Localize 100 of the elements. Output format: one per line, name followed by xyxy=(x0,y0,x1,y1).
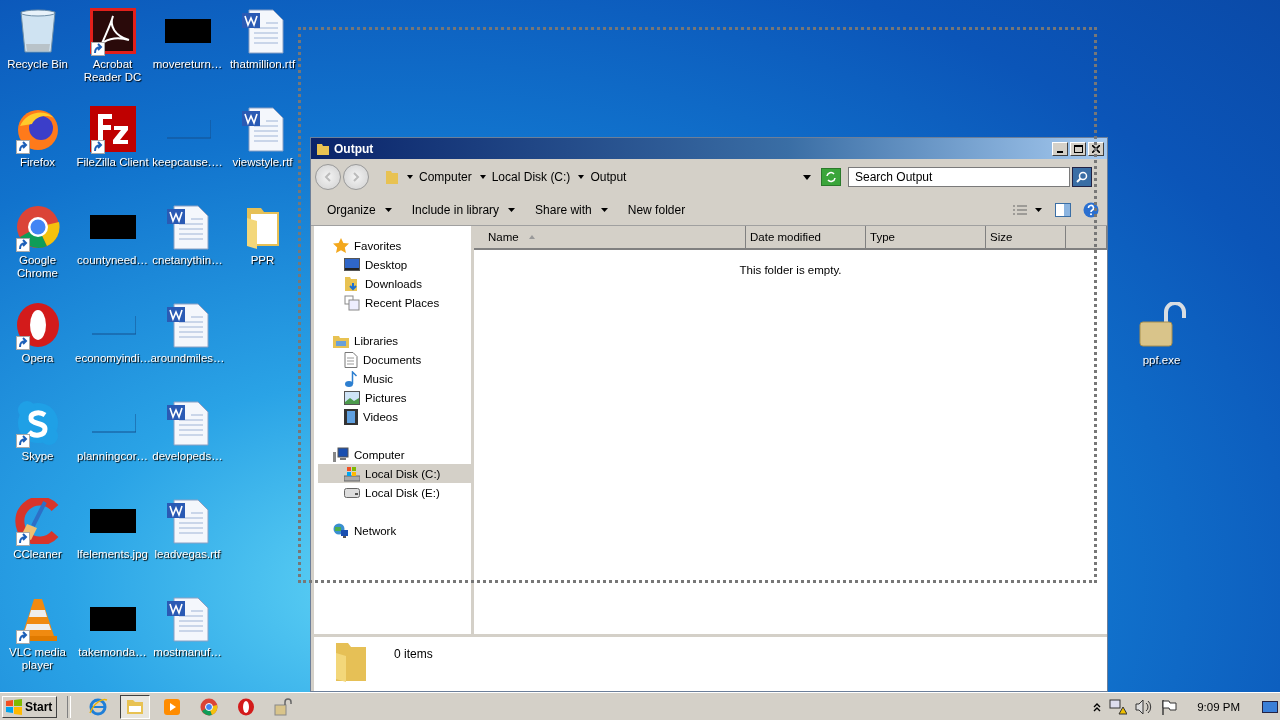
flag-icon[interactable] xyxy=(1161,698,1178,715)
column-header[interactable]: Size xyxy=(986,226,1066,248)
word-document-icon[interactable] xyxy=(164,596,211,642)
help-button[interactable] xyxy=(1081,200,1101,220)
refresh-icon xyxy=(825,171,837,183)
close-button[interactable] xyxy=(1088,141,1104,156)
preview-pane-button[interactable] xyxy=(1053,201,1073,219)
refresh-button[interactable] xyxy=(821,168,841,186)
toolbar-button[interactable]: New folder xyxy=(621,200,692,220)
system-drive-icon xyxy=(344,465,360,482)
icon-label[interactable]: cnetanythin… xyxy=(150,254,225,267)
pdf-reader-icon[interactable] xyxy=(89,8,136,54)
word-document-icon[interactable] xyxy=(164,302,211,348)
monitor-icon xyxy=(344,257,360,272)
nav-item[interactable]: Network xyxy=(318,521,471,540)
breadcrumb[interactable]: Computer xyxy=(419,170,472,184)
opera-icon[interactable] xyxy=(14,302,61,348)
thumbnail-icon[interactable] xyxy=(164,119,211,139)
word-document-icon[interactable] xyxy=(239,106,286,152)
nav-item[interactable]: Computer xyxy=(318,445,471,464)
taskbar-button[interactable] xyxy=(120,694,151,719)
icon-label[interactable]: keepcause.… xyxy=(150,156,225,169)
nav-item[interactable]: Local Disk (C:) xyxy=(318,464,471,483)
nav-item[interactable]: Favorites xyxy=(318,236,471,255)
minimize-icon xyxy=(1057,150,1063,153)
word-document-icon[interactable] xyxy=(164,204,211,250)
nav-item[interactable]: Libraries xyxy=(318,331,471,350)
clock[interactable]: 9:09 PM xyxy=(1197,700,1240,713)
search-field[interactable]: Search Output xyxy=(848,167,1070,187)
nav-item[interactable]: Music xyxy=(318,369,471,388)
thumbnail-icon[interactable] xyxy=(89,413,136,433)
redacted-thumbnail[interactable] xyxy=(89,509,136,533)
icon-label[interactable]: thatmillion.rtf xyxy=(225,58,300,71)
toolbar-button[interactable]: Organize xyxy=(321,200,398,220)
icon-label[interactable]: PPR xyxy=(225,254,300,267)
dropdown-caret-icon[interactable] xyxy=(803,174,811,180)
broom-c-icon[interactable] xyxy=(14,498,61,544)
toolbar-button[interactable]: Include in library xyxy=(405,200,522,220)
star-icon xyxy=(333,237,349,254)
redacted-thumbnail[interactable] xyxy=(89,215,136,239)
icon-label[interactable]: Recycle Bin xyxy=(0,58,75,71)
filezilla-icon[interactable] xyxy=(89,106,136,152)
redacted-thumbnail[interactable] xyxy=(89,607,136,631)
column-header[interactable]: Type xyxy=(866,226,986,248)
item-count: 0 items xyxy=(394,647,433,661)
breadcrumb[interactable]: Output xyxy=(590,170,627,184)
nav-item[interactable]: Videos xyxy=(318,407,471,426)
nav-label: Libraries xyxy=(354,334,399,347)
show-desktop-icon xyxy=(1262,700,1278,713)
caret-icon[interactable] xyxy=(479,175,486,179)
nav-item[interactable]: Local Disk (E:) xyxy=(318,483,471,502)
chrome-icon[interactable] xyxy=(14,204,61,250)
computer-icon xyxy=(333,446,349,463)
icon-label[interactable]: Firefox xyxy=(0,156,75,169)
word-document-icon[interactable] xyxy=(164,498,211,544)
nav-label: Videos xyxy=(363,410,398,423)
nav-label: Favorites xyxy=(354,239,402,252)
chevron-up-icon[interactable] xyxy=(1093,701,1102,712)
chrome-icon xyxy=(200,697,219,716)
nav-item[interactable]: Documents xyxy=(318,350,471,369)
nav-item[interactable]: Downloads xyxy=(318,274,471,293)
show-desktop-button[interactable] xyxy=(1262,700,1278,713)
network-icon xyxy=(333,522,349,539)
recent-places-icon xyxy=(344,294,360,311)
icon-label[interactable]: ppf.exe xyxy=(1124,354,1199,367)
nav-item[interactable]: Recent Places xyxy=(318,293,471,312)
folder-icon xyxy=(316,141,330,156)
network-warning-icon[interactable] xyxy=(1109,698,1128,715)
maximize-button[interactable] xyxy=(1070,141,1086,156)
icon-label[interactable]: movereturn… xyxy=(150,58,225,71)
redacted-thumbnail[interactable] xyxy=(164,19,211,43)
play-icon xyxy=(162,696,183,717)
nav-label: Local Disk (C:) xyxy=(365,467,441,480)
nav-item[interactable]: Desktop xyxy=(318,255,471,274)
caret-icon[interactable] xyxy=(407,175,413,179)
padlock-icon[interactable] xyxy=(1137,302,1186,348)
word-document-icon[interactable] xyxy=(164,400,211,446)
icon-label[interactable]: Acrobat Reader DC xyxy=(75,58,150,84)
view-options-button[interactable] xyxy=(1011,202,1045,218)
nav-item[interactable]: Pictures xyxy=(318,388,471,407)
column-header[interactable]: Name xyxy=(474,226,746,248)
caret-icon[interactable] xyxy=(578,175,585,179)
nav-label: Music xyxy=(363,372,394,385)
minimize-button[interactable] xyxy=(1052,141,1068,156)
column-header[interactable]: Date modified xyxy=(746,226,866,248)
icon-label[interactable]: countyneed… xyxy=(75,254,150,267)
recycle-bin-icon[interactable] xyxy=(17,8,58,54)
toolbar-button[interactable]: Share with xyxy=(529,200,614,220)
volume-icon[interactable] xyxy=(1135,698,1154,715)
windows-logo-icon xyxy=(5,698,23,715)
icon-label[interactable]: Google Chrome xyxy=(0,254,75,280)
breadcrumb[interactable]: Local Disk (C:) xyxy=(491,170,571,184)
icon-label[interactable]: FileZilla Client xyxy=(75,156,150,169)
thumbnail-icon[interactable] xyxy=(89,315,136,335)
search-button[interactable] xyxy=(1072,167,1092,187)
downloads-folder-icon xyxy=(344,275,360,292)
icon-label[interactable]: viewstyle.rtf xyxy=(225,156,300,169)
word-document-icon[interactable] xyxy=(239,8,286,54)
start-button[interactable]: Start xyxy=(2,695,58,718)
icon-label[interactable]: Opera xyxy=(0,352,75,365)
